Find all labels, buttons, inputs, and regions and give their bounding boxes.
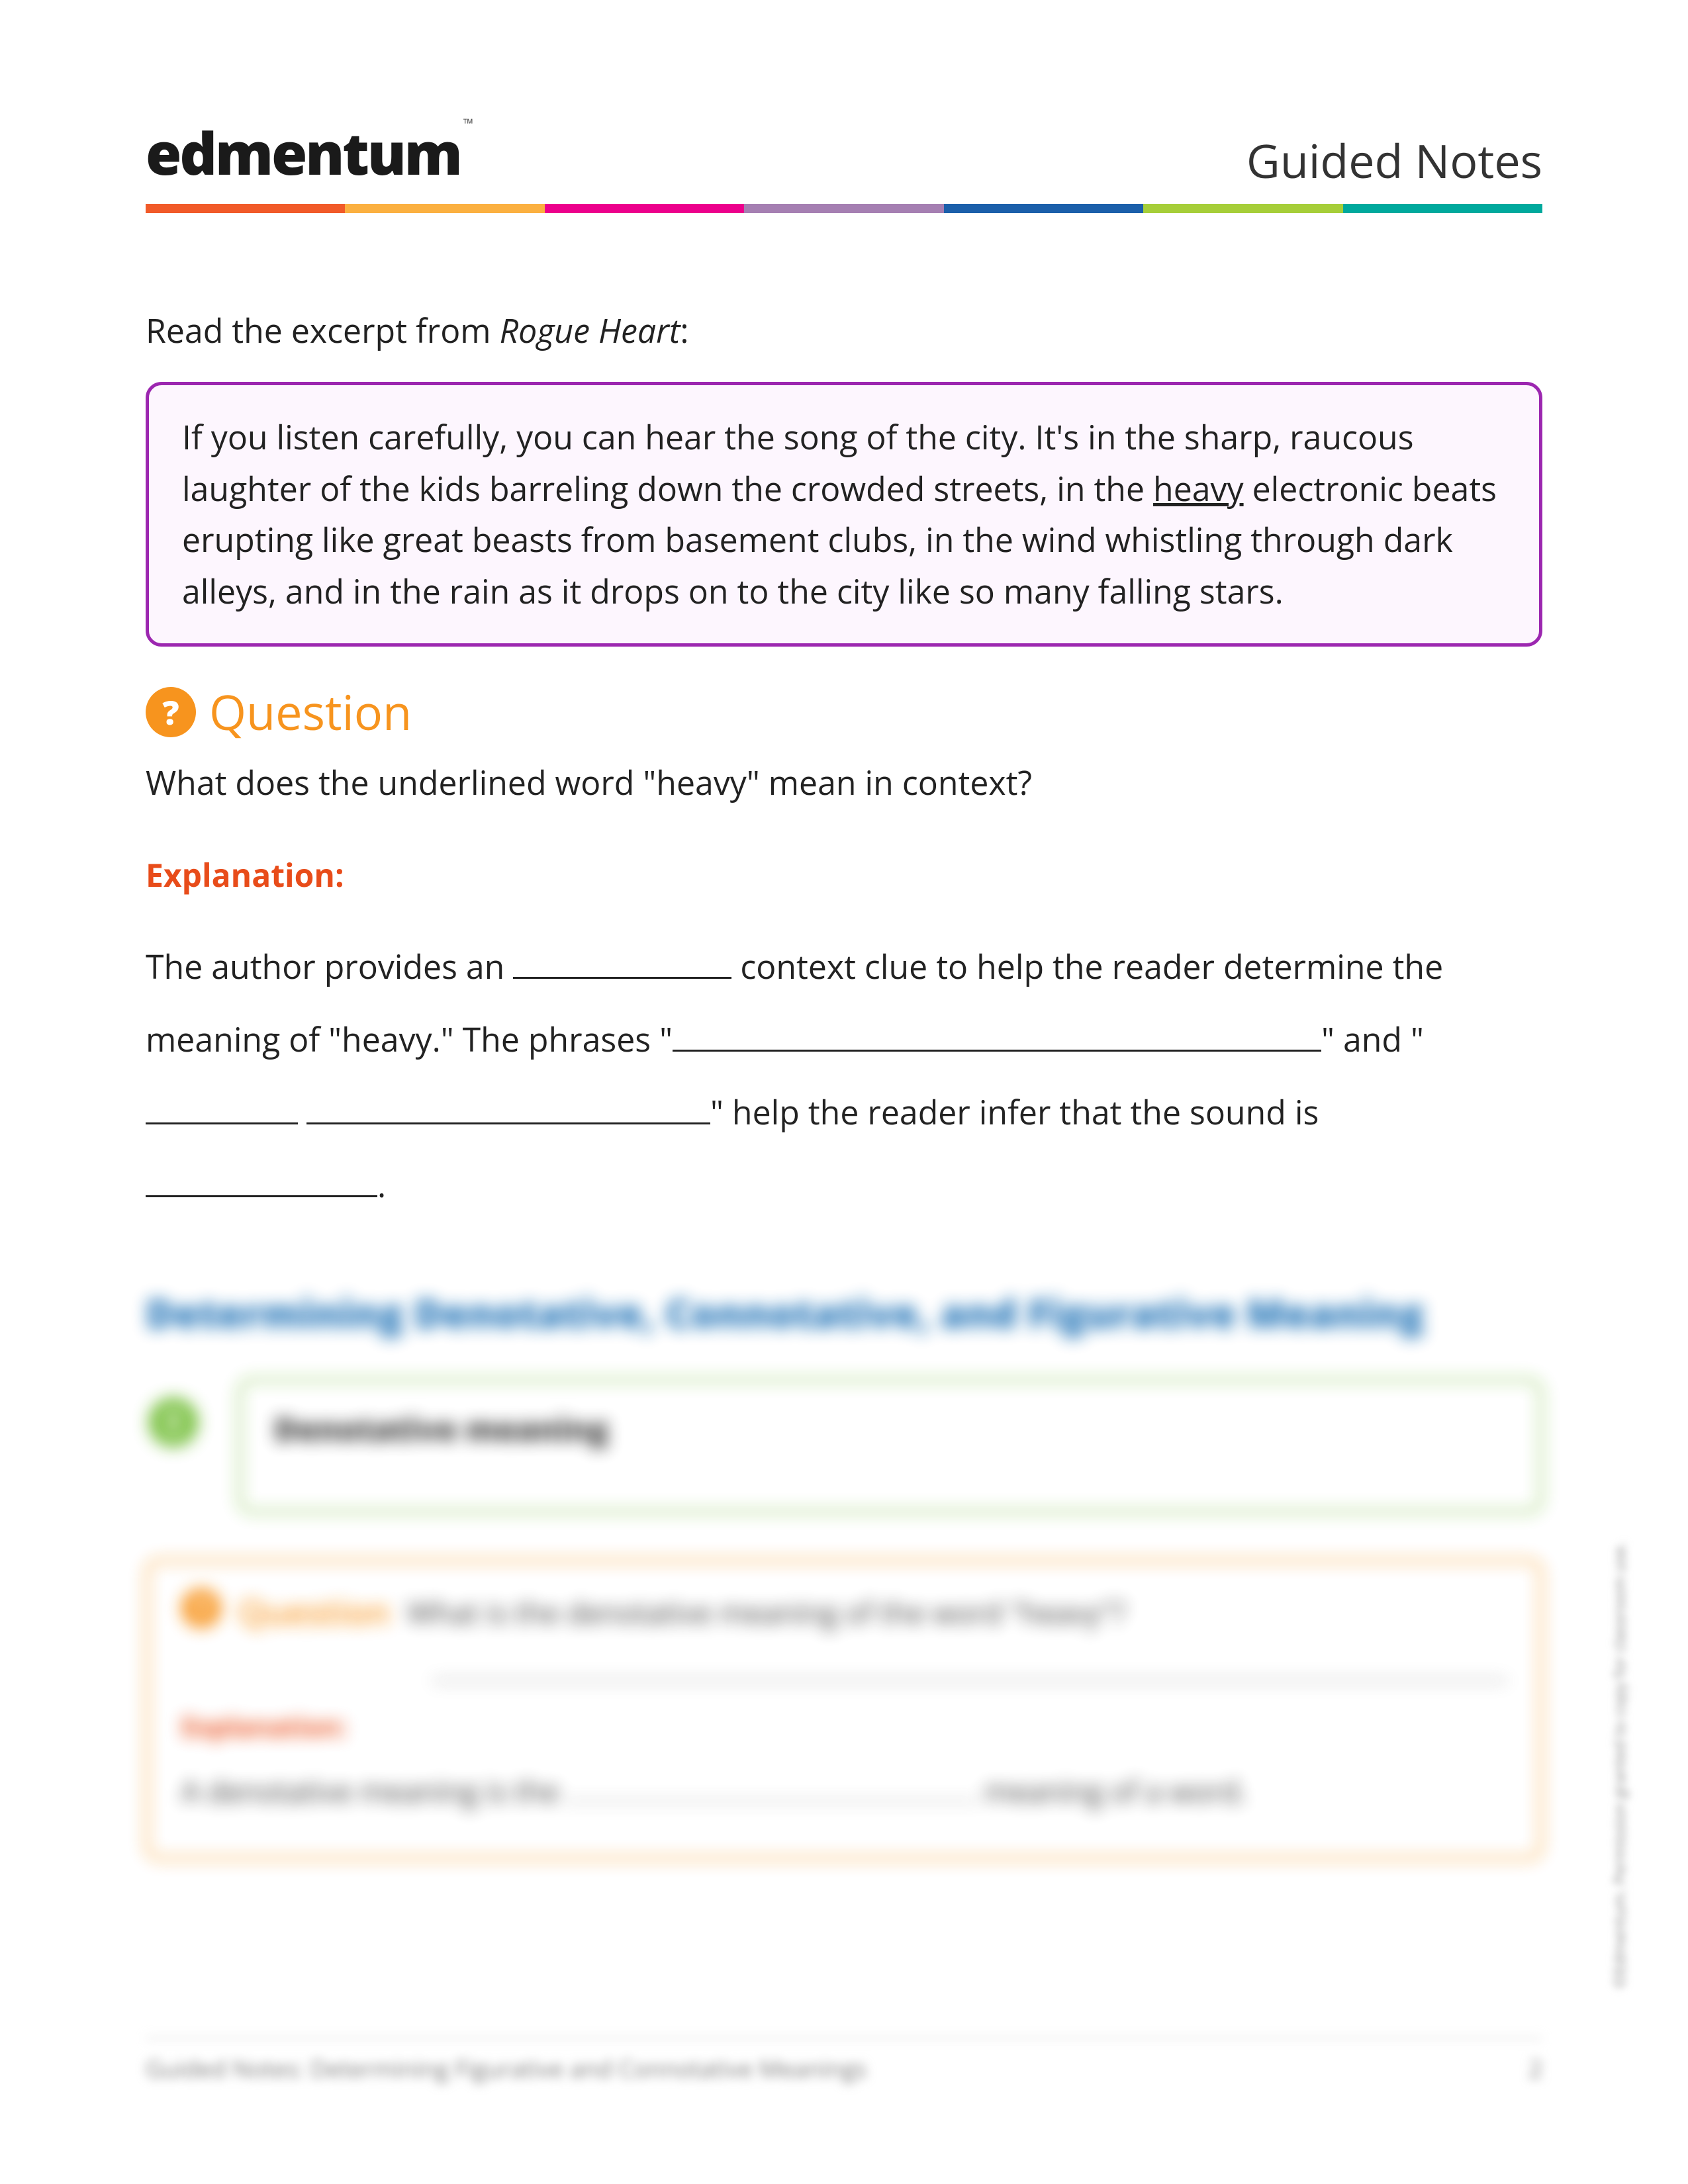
- trademark-symbol: ™: [463, 114, 471, 132]
- definition-title: Denotative meaning: [274, 1408, 1507, 1451]
- fill2-a: A denotative meaning is the: [181, 1771, 567, 1811]
- answer-line[interactable]: [433, 1655, 1507, 1682]
- intro-suffix: :: [680, 308, 688, 353]
- explanation-label-small: Explanation:: [181, 1708, 1507, 1745]
- expl-seg5: .: [377, 1162, 386, 1207]
- copyright-vertical: ©Edmentum. Permission granted to copy fo…: [1609, 1542, 1630, 1988]
- page-header: edmentum™ Guided Notes: [146, 113, 1542, 204]
- intro-prefix: Read the excerpt from: [146, 308, 500, 353]
- section-title: Determining Denotative, Connotative, and…: [146, 1287, 1542, 1339]
- logo: edmentum™: [146, 113, 469, 192]
- expl-seg4: " help the reader infer that the sound i…: [710, 1089, 1319, 1134]
- excerpt-underlined-word: heavy: [1153, 466, 1244, 511]
- definition-icon: !: [148, 1397, 199, 1447]
- expl-seg1: The author provides an: [146, 944, 513, 989]
- question-header: ? Question: [146, 680, 1542, 745]
- question-icon: ?: [146, 687, 196, 737]
- intro-book-title: Rogue Heart: [500, 308, 680, 353]
- blank-4[interactable]: [306, 1091, 710, 1124]
- blank-1[interactable]: [513, 946, 731, 979]
- blurred-preview-region: Determining Denotative, Connotative, and…: [146, 1287, 1542, 1860]
- question-text-small: What is the denotative meaning of the wo…: [407, 1588, 1507, 1632]
- page-title: Guided Notes: [1246, 128, 1542, 192]
- blank-small[interactable]: [567, 1776, 977, 1802]
- page-footer: Guided Notes: Determining Figurative and…: [146, 2038, 1542, 2085]
- question-label: Question: [209, 680, 412, 745]
- explanation-fill-paragraph: The author provides an context clue to h…: [146, 930, 1542, 1221]
- blank-3[interactable]: [146, 1091, 298, 1124]
- blank-5[interactable]: [146, 1164, 377, 1197]
- question-icon-small: ?: [181, 1588, 221, 1628]
- excerpt-box: If you listen carefully, you can hear th…: [146, 382, 1542, 647]
- explanation-fill-small: A denotative meaning is the meaning of a…: [181, 1771, 1507, 1811]
- expl-seg3: " and ": [1321, 1017, 1424, 1062]
- question-label-small: Question: [238, 1588, 390, 1635]
- brand-color-bar: [146, 204, 1542, 213]
- explanation-label: Explanation:: [146, 854, 1542, 897]
- footer-page-number: 2: [1528, 2052, 1542, 2085]
- fill2-b: meaning of a word.: [977, 1771, 1246, 1811]
- blank-2[interactable]: [673, 1019, 1321, 1052]
- logo-text: edmentum: [146, 113, 461, 192]
- definition-box: ! Denotative meaning: [238, 1379, 1542, 1513]
- intro-text: Read the excerpt from Rogue Heart:: [146, 306, 1542, 355]
- question-box-orange: ? Question What is the denotative meanin…: [146, 1559, 1542, 1860]
- question-text: What does the underlined word "heavy" me…: [146, 758, 1542, 807]
- footer-left: Guided Notes: Determining Figurative and…: [146, 2052, 867, 2085]
